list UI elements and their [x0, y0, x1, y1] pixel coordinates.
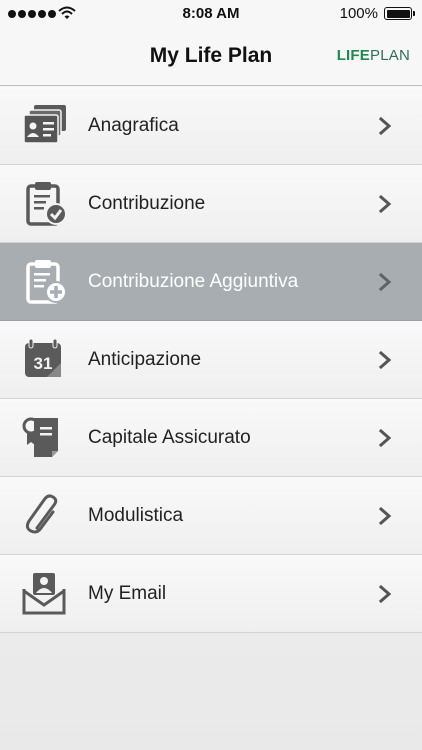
certificate-icon — [22, 417, 58, 457]
chevron-right-icon — [378, 116, 392, 135]
menu-item-label: Contribuzione — [88, 192, 206, 214]
chevron-right-icon — [378, 584, 392, 603]
menu-item-anagrafica[interactable]: Anagrafica — [0, 87, 422, 165]
menu-item-modulistica[interactable]: Modulistica — [0, 477, 422, 555]
navigation-bar: My Life Plan LIFEPLAN — [0, 28, 422, 86]
chevron-right-icon — [378, 506, 392, 525]
clipboard-check-icon — [26, 181, 67, 226]
menu-item-contribuzione[interactable]: Contribuzione — [0, 165, 422, 243]
email-inbox-icon — [22, 572, 66, 614]
menu-item-my-email[interactable]: My Email — [0, 555, 422, 633]
menu-item-label: My Email — [88, 582, 167, 604]
clipboard-plus-icon — [26, 259, 67, 304]
chevron-right-icon — [378, 194, 392, 213]
logo-plan-text: PLAN — [370, 47, 410, 64]
menu-item-capitale-assicurato[interactable]: Capitale Assicurato — [0, 399, 422, 477]
chevron-right-icon — [378, 350, 392, 369]
calendar-31-icon: 31 — [25, 338, 61, 377]
menu-item-label: Anticipazione — [88, 348, 202, 370]
battery-percent: 100% — [339, 5, 378, 22]
paperclip-icon — [25, 494, 58, 533]
lifeplan-logo: LIFEPLAN — [337, 47, 410, 64]
id-cards-icon — [23, 104, 66, 144]
menu-item-label: Modulistica — [88, 504, 184, 526]
menu-item-label: Contribuzione Aggiuntiva — [88, 270, 299, 292]
menu-item-anticipazione[interactable]: 31 Anticipazione — [0, 321, 422, 399]
menu-item-label: Capitale Assicurato — [88, 426, 251, 448]
chevron-right-icon — [378, 428, 392, 447]
main-menu: Anagrafica Contribuzione Contribuzione A… — [0, 87, 422, 633]
menu-item-contribuzione-aggiuntiva[interactable]: Contribuzione Aggiuntiva — [0, 243, 422, 321]
chevron-right-icon — [378, 272, 392, 291]
battery-icon — [384, 7, 415, 20]
menu-item-label: Anagrafica — [88, 114, 179, 136]
status-bar: 8:08 AM 100% — [0, 0, 422, 28]
calendar-number: 31 — [34, 354, 53, 373]
logo-life-text: LIFE — [336, 47, 370, 64]
